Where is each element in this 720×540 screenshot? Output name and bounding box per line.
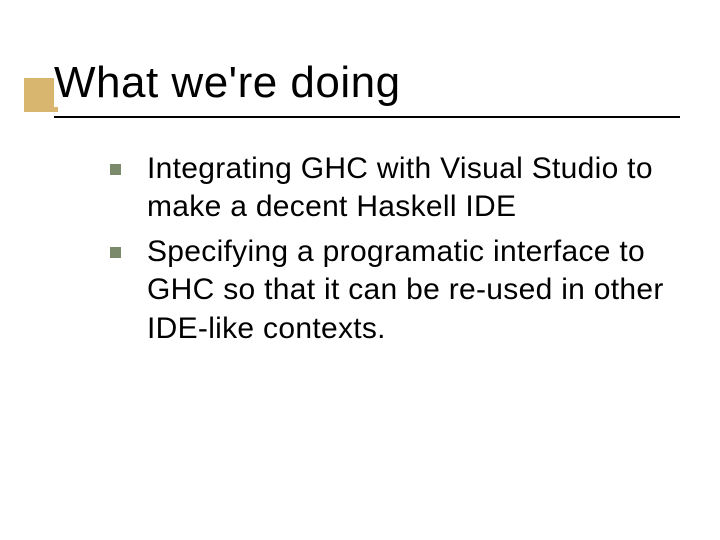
list-item: Integrating GHC with Visual Studio to ma… [110, 150, 690, 227]
square-bullet-icon [110, 247, 121, 258]
slide-content: Integrating GHC with Visual Studio to ma… [110, 150, 690, 354]
slide-title-wrap: What we're doing [54, 58, 690, 108]
slide-title: What we're doing [54, 58, 401, 107]
title-accent-box [24, 78, 58, 112]
bullet-text: Specifying a programatic interface to GH… [147, 233, 690, 348]
bullet-text: Integrating GHC with Visual Studio to ma… [147, 150, 690, 227]
list-item: Specifying a programatic interface to GH… [110, 233, 690, 348]
square-bullet-icon [110, 164, 121, 175]
title-underline [54, 116, 680, 118]
